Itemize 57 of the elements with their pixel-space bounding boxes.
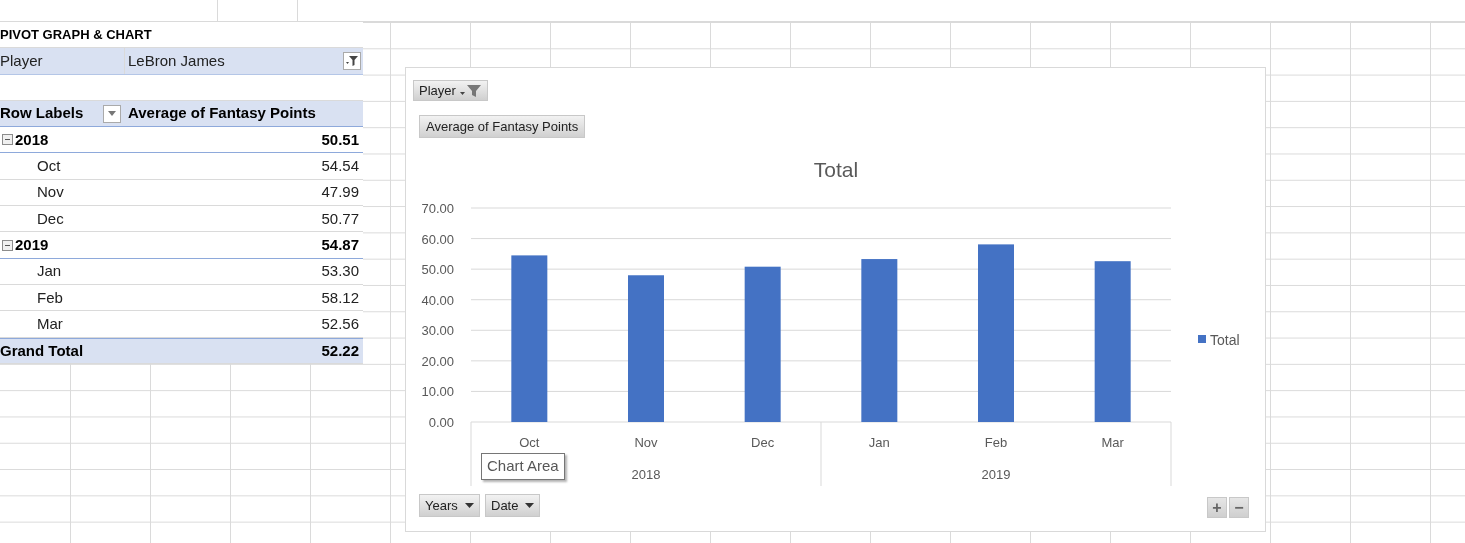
- sheet-title: PIVOT GRAPH & CHART: [0, 25, 152, 44]
- axis-tick-label: Feb: [984, 435, 1008, 450]
- legend-label: Total: [1210, 332, 1240, 348]
- axis-tick-label: Jan: [868, 435, 890, 450]
- row-label: Mar: [37, 314, 63, 332]
- row-value: 50.77: [321, 209, 359, 227]
- axis-tick-label: Mar: [1101, 435, 1124, 450]
- field-button[interactable]: Date: [485, 494, 541, 517]
- axis-tick-label: 70.00: [421, 201, 454, 216]
- axis-tick-label: 20.00: [421, 353, 454, 369]
- row-label: 2019: [15, 234, 49, 255]
- axis-tick-label: 30.00: [421, 323, 454, 339]
- total-value: 52.22: [321, 341, 359, 359]
- column-header: Average of Fantasy Points: [127, 103, 316, 124]
- axis-tick-label: 50.00: [421, 262, 454, 278]
- axis-tick-label: Nov: [634, 435, 658, 450]
- row-label: Dec: [37, 209, 64, 227]
- axis-tick-label: Dec: [751, 435, 775, 450]
- row-label: 2018: [15, 129, 49, 150]
- collapse-icon[interactable]: [2, 134, 13, 146]
- row-label: Jan: [37, 262, 62, 280]
- zoom-out-button[interactable]: −: [1229, 497, 1249, 518]
- filter-button[interactable]: [343, 51, 361, 70]
- row-value: 53.30: [321, 262, 359, 280]
- field-button[interactable]: Player: [413, 80, 488, 101]
- axis-group-label: 2018: [631, 467, 661, 482]
- row-value: 47.99: [321, 183, 359, 201]
- axis-tick-label: 0.00: [428, 415, 454, 430]
- row-value: 52.56: [321, 314, 359, 332]
- row-value: 54.54: [321, 157, 359, 175]
- collapse-icon[interactable]: [2, 239, 13, 251]
- zoom-in-button[interactable]: +: [1207, 497, 1227, 518]
- field-button[interactable]: Years: [419, 494, 480, 517]
- axis-tick-label: Oct: [519, 435, 540, 450]
- row-label: Oct: [37, 157, 61, 175]
- row-label: Nov: [37, 183, 64, 201]
- filter-icon: [459, 83, 482, 98]
- column-header: Row Labels: [0, 103, 84, 124]
- caret-icon: [108, 111, 116, 117]
- axis-tick-label: 60.00: [421, 231, 454, 247]
- chart-title: Total: [813, 158, 859, 181]
- row-label: Feb: [37, 288, 63, 306]
- axis-group-label: 2019: [981, 467, 1011, 482]
- row-value: 58.12: [321, 288, 359, 306]
- filter-label: Player: [0, 51, 43, 69]
- caret-icon: [464, 503, 474, 508]
- axis-tick-label: 40.00: [421, 292, 454, 308]
- filter-icon: [346, 54, 358, 67]
- filter-value: LeBron James: [127, 50, 225, 71]
- axis-tick-label: 10.00: [421, 384, 454, 400]
- tooltip: Chart Area: [481, 453, 565, 480]
- total-label: Grand Total: [0, 341, 84, 359]
- dropdown-button[interactable]: [103, 104, 121, 123]
- field-button[interactable]: Average of Fantasy Points: [419, 115, 586, 138]
- row-value: 54.87: [321, 236, 359, 253]
- row-value: 50.51: [321, 130, 359, 148]
- caret-icon: [525, 503, 535, 508]
